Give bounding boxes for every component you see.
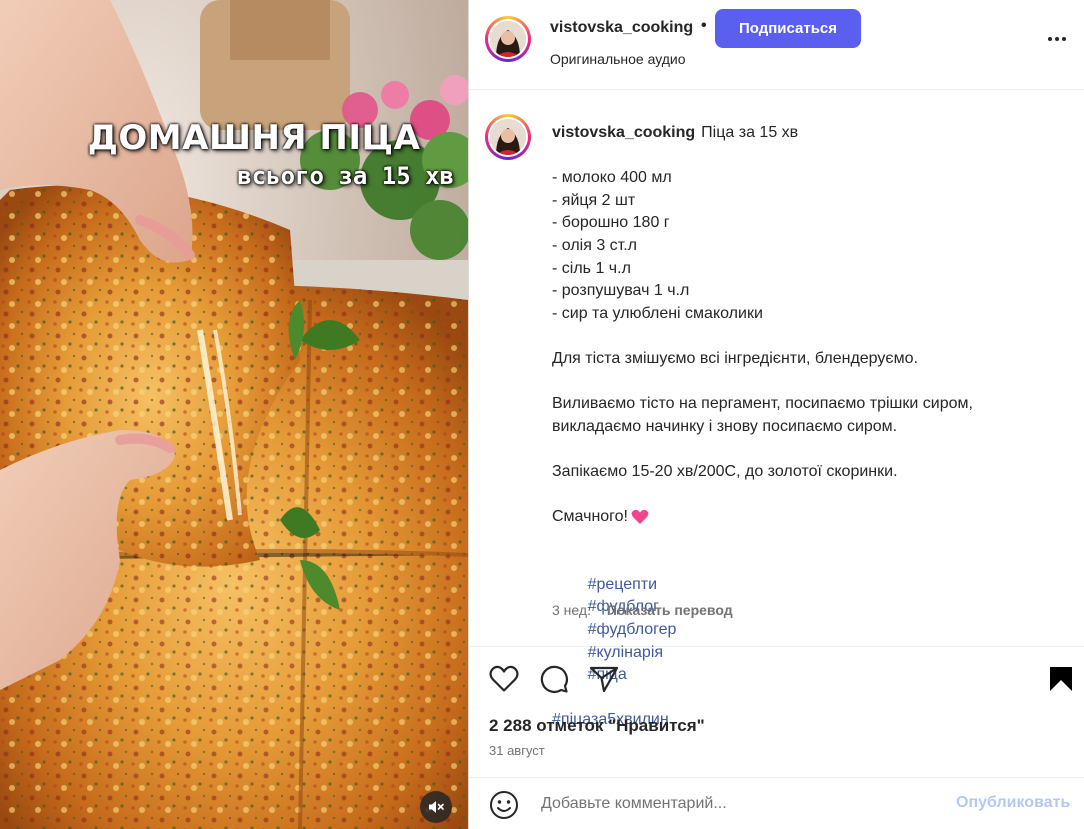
hashtag-link[interactable]: #фудблогер [588, 621, 677, 638]
share-button[interactable] [589, 665, 619, 698]
save-button[interactable] [1049, 666, 1073, 697]
original-audio-link[interactable]: Оригинальное аудио [550, 51, 686, 67]
post-actions: 2 288 отметок "Нравится" 31 август [469, 647, 1084, 777]
post-side-panel: vistovska_cooking • Подписаться Оригинал… [468, 0, 1084, 829]
ingredient-line: - борошно 180 г [552, 214, 670, 232]
caption-avatar[interactable] [485, 114, 531, 160]
speaker-muted-icon [429, 801, 444, 813]
closing-text: Смачного! [552, 508, 628, 526]
more-options-icon [1048, 37, 1066, 41]
profile-photo [490, 21, 526, 57]
profile-photo [490, 119, 526, 155]
avatar[interactable] [485, 16, 531, 62]
hashtag-link[interactable]: #рецепти [588, 576, 658, 593]
heart-emoji-icon [631, 509, 649, 524]
post-time-ago: 3 нед. [552, 602, 591, 618]
post-media[interactable]: ДОМАШНЯ ПІЦА всього за 15 хв [0, 0, 468, 829]
heart-icon [489, 665, 519, 692]
post-caption: vistovska_cooking Піца за 15 хв - молоко … [469, 90, 1084, 728]
publish-comment-button[interactable]: Опубликовать [956, 794, 1070, 812]
mute-button[interactable] [420, 791, 452, 823]
comment-bar: Опубликовать [469, 777, 1084, 829]
separator-dot: • [701, 17, 707, 34]
follow-button[interactable]: Подписаться [715, 9, 861, 48]
post-header: vistovska_cooking • Подписаться Оригинал… [469, 0, 1084, 90]
comment-button[interactable] [539, 664, 569, 699]
emoji-button[interactable] [489, 790, 519, 825]
ingredient-line: - сир та улюблені смаколики [552, 304, 763, 322]
like-button[interactable] [489, 665, 519, 698]
comment-bubble-icon [540, 665, 568, 693]
recipe-step: Виливаємо тісто на пергамент, посипаємо … [552, 395, 973, 413]
caption-title: Піца за 15 хв [701, 124, 799, 141]
caption-text: vistovska_cooking Піца за 15 хв - молоко … [552, 122, 1052, 732]
ingredient-line: - яйця 2 шт [552, 191, 636, 209]
smiley-icon [490, 791, 518, 819]
ingredient-line: - олія 3 ст.л [552, 236, 637, 254]
video-overlay-title: ДОМАШНЯ ПІЦА [87, 118, 421, 158]
post-date: 31 август [489, 743, 545, 758]
caption-username[interactable]: vistovska_cooking [552, 124, 695, 141]
ingredient-line: - сіль 1 ч.л [552, 259, 631, 277]
caption-meta: 3 нед. Показать перевод [552, 602, 733, 618]
comment-input[interactable] [539, 791, 923, 817]
likes-count[interactable]: 2 288 отметок "Нравится" [489, 716, 705, 736]
show-translation-button[interactable]: Показать перевод [607, 602, 733, 618]
recipe-step: Запікаємо 15-20 хв/200С, до золотої скор… [552, 462, 898, 480]
bookmark-filled-icon [1050, 667, 1072, 691]
header-username[interactable]: vistovska_cooking [550, 19, 693, 37]
recipe-step: викладаємо начинку і знову посипаємо сир… [552, 417, 898, 435]
ingredient-line: - молоко 400 мл [552, 169, 672, 187]
recipe-step: Для тіста змішуємо всі інгредієнти, блен… [552, 349, 918, 367]
paper-plane-icon [589, 666, 619, 693]
more-options-button[interactable] [1043, 28, 1071, 50]
video-overlay-subtitle: всього за 15 хв [237, 162, 454, 190]
ingredient-line: - розпушувач 1 ч.л [552, 282, 690, 300]
